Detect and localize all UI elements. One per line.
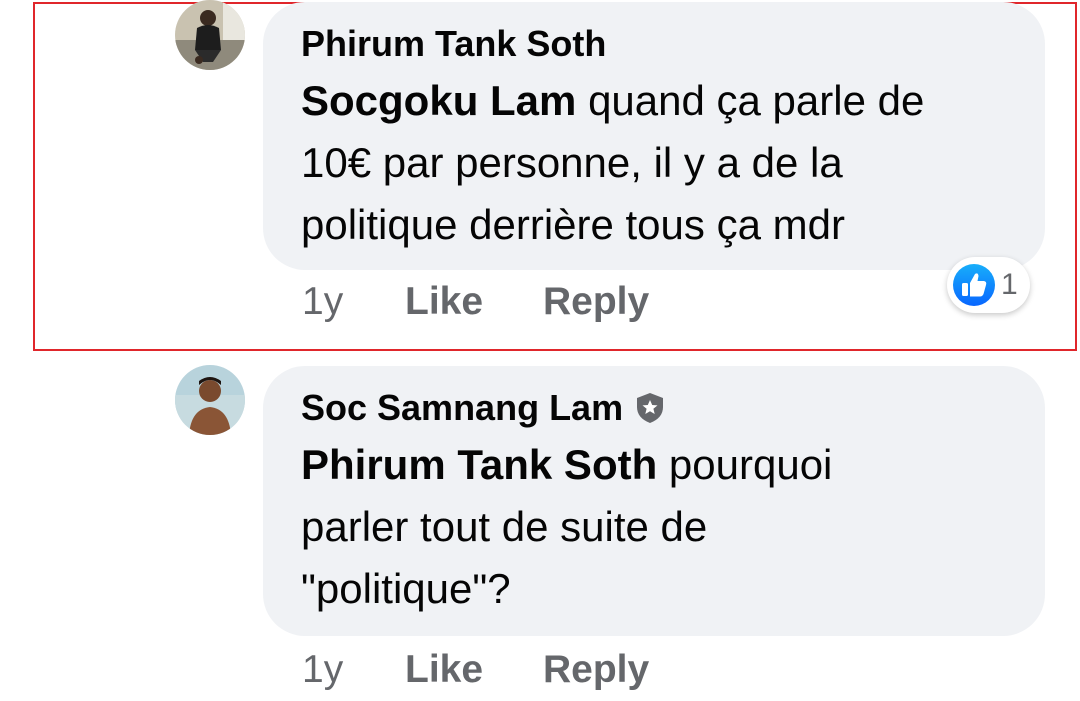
comment-text-line: pourquoi <box>668 441 833 488</box>
comment-text-line: 10€ par personne, il y a de la <box>301 139 843 186</box>
comment-actions: 1y Like Reply <box>302 648 649 692</box>
timestamp[interactable]: 1y <box>302 648 405 692</box>
avatar[interactable] <box>175 0 245 70</box>
reply-button[interactable]: Reply <box>543 648 649 692</box>
author-name[interactable]: Phirum Tank Soth <box>301 22 606 66</box>
reply-button[interactable]: Reply <box>543 280 649 324</box>
avatar-image <box>175 365 245 435</box>
mention-link[interactable]: Socgoku Lam <box>301 77 576 124</box>
comment-text: Phirum Tank Soth pourquoi parler tout de… <box>301 434 1007 620</box>
like-button[interactable]: Like <box>405 648 543 692</box>
reaction-count: 1 <box>1001 268 1018 301</box>
comment-text-line: quand ça parle de <box>588 77 925 124</box>
comment-text-line: "politique"? <box>301 565 511 612</box>
shield-star-icon <box>637 393 664 423</box>
mention-link[interactable]: Phirum Tank Soth <box>301 441 657 488</box>
reaction-summary[interactable]: 1 <box>947 257 1030 313</box>
comment-thread: Phirum Tank Soth Socgoku Lam quand ça pa… <box>0 0 1080 701</box>
comment-author[interactable]: Soc Samnang Lam <box>301 386 1007 430</box>
thumbs-up-icon <box>953 264 995 306</box>
like-button[interactable]: Like <box>405 280 543 324</box>
comment-text-line: politique derrière tous ça mdr <box>301 201 845 248</box>
comment-text: Socgoku Lam quand ça parle de 10€ par pe… <box>301 70 1007 256</box>
comment-bubble: Phirum Tank Soth Socgoku Lam quand ça pa… <box>263 2 1045 270</box>
timestamp[interactable]: 1y <box>302 280 405 324</box>
avatar-image <box>175 0 245 70</box>
comment-author[interactable]: Phirum Tank Soth <box>301 22 1007 66</box>
comment-text-line: parler tout de suite de <box>301 503 708 550</box>
comment-actions: 1y Like Reply <box>302 280 649 324</box>
avatar[interactable] <box>175 365 245 435</box>
author-name[interactable]: Soc Samnang Lam <box>301 386 623 430</box>
comment-bubble: Soc Samnang Lam Phirum Tank Soth pourquo… <box>263 366 1045 636</box>
